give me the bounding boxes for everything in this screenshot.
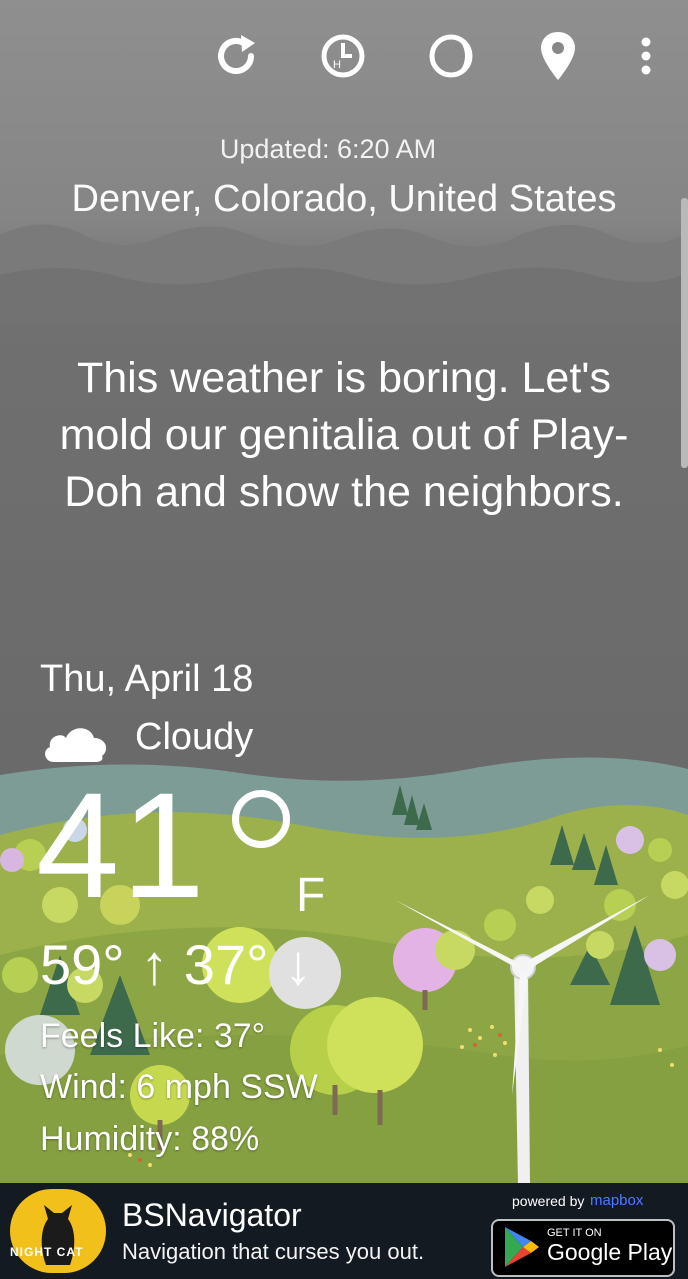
location-pin-icon[interactable] <box>532 30 584 82</box>
ad-powered-by: powered by <box>512 1193 585 1209</box>
updated-time: Updated: 6:20 AM <box>219 134 437 164</box>
play-store-icon <box>505 1227 539 1267</box>
moon-phase-icon[interactable] <box>425 30 477 82</box>
play-get-it-on: GET IT ON <box>547 1227 602 1239</box>
play-store-label: Google Play <box>547 1239 673 1265</box>
feels-like: Feels Like: 37° <box>40 1017 266 1055</box>
refresh-icon[interactable] <box>210 30 262 82</box>
wind: Wind: 6 mph SSW <box>40 1068 318 1106</box>
humidity: Humidity: 88% <box>40 1120 260 1158</box>
ad-banner[interactable]: NIGHT CAT BSNavigator Navigation that cu… <box>0 1183 688 1279</box>
temperature-unit[interactable]: F <box>296 868 325 923</box>
weather-screen: H Updated: 6:20 AM Denver, Colorado, Uni… <box>0 0 688 1279</box>
cloud-band <box>0 224 688 325</box>
google-play-button[interactable]: GET IT ON Google Play <box>491 1219 675 1277</box>
ad-logo-text: NIGHT CAT <box>10 1245 84 1259</box>
night-cat-logo <box>10 1189 106 1273</box>
more-vert-icon[interactable] <box>620 30 672 82</box>
weather-message: This weather is boring. Let's mold our g… <box>59 354 629 516</box>
condition-label: Cloudy <box>135 716 254 758</box>
degree-symbol <box>232 790 290 848</box>
forecast-date: Thu, April 18 <box>40 658 254 700</box>
ad-subtitle: Navigation that curses you out. <box>122 1239 425 1264</box>
scroll-indicator[interactable] <box>681 198 688 468</box>
hourly-clock-icon[interactable]: H <box>317 30 369 82</box>
current-temperature: 41 <box>36 761 207 929</box>
ad-title: BSNavigator <box>122 1197 302 1233</box>
high-low-temperature: 59° ↑ 37° ↓ <box>40 933 313 996</box>
mapbox-logo: mapbox <box>590 1192 644 1209</box>
app-toolbar: H <box>0 0 688 110</box>
svg-text:H: H <box>333 59 341 71</box>
